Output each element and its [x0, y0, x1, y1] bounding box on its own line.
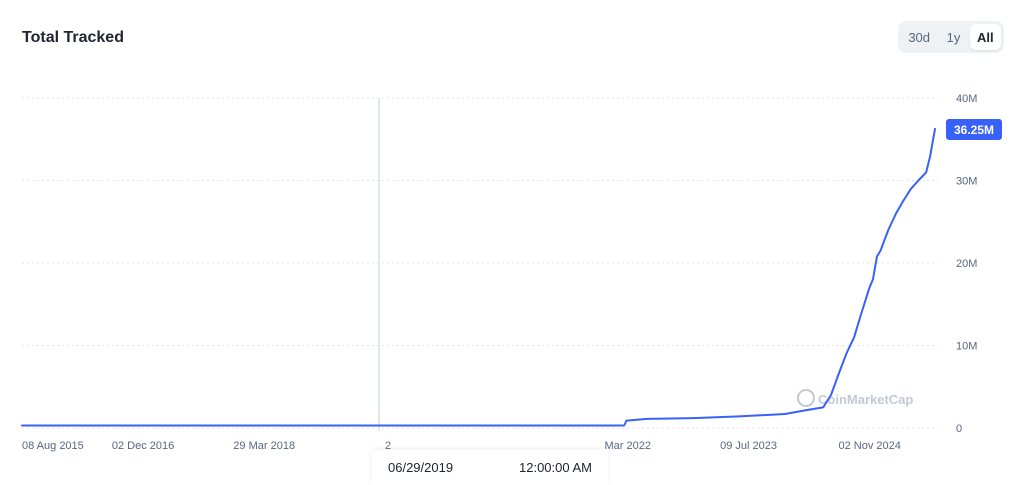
- x-tick-label: Mar 2022: [604, 440, 650, 452]
- series-line: [21, 127, 936, 427]
- x-tick-label: 02 Dec 2016: [112, 440, 174, 452]
- hover-date-tooltip: 06/29/2019 12:00:00 AM: [372, 450, 608, 485]
- y-tick-label: 30M: [956, 176, 977, 188]
- watermark: CoinMarketCap: [797, 389, 913, 407]
- line-chart[interactable]: 0 10M 20M 30M 40M 08 Aug 2015 02 Dec 2016 29 Ma…: [0, 0, 1024, 485]
- y-tick-label: 10M: [956, 341, 977, 353]
- current-value-label: 36.25M: [954, 123, 994, 137]
- x-tick-label: 09 Jul 2023: [720, 440, 777, 452]
- y-tick-label: 0: [956, 423, 962, 435]
- hover-date: 06/29/2019: [388, 460, 454, 475]
- x-tick-label: 29 Mar 2018: [233, 440, 295, 452]
- hover-time: 12:00:00 AM: [519, 460, 592, 475]
- y-tick-label: 40M: [956, 93, 977, 105]
- y-tick-label: 20M: [956, 258, 977, 270]
- x-tick-label: 08 Aug 2015: [22, 440, 84, 452]
- x-tick-label: 02 Nov 2024: [838, 440, 900, 452]
- coinmarketcap-logo-icon: [797, 389, 815, 407]
